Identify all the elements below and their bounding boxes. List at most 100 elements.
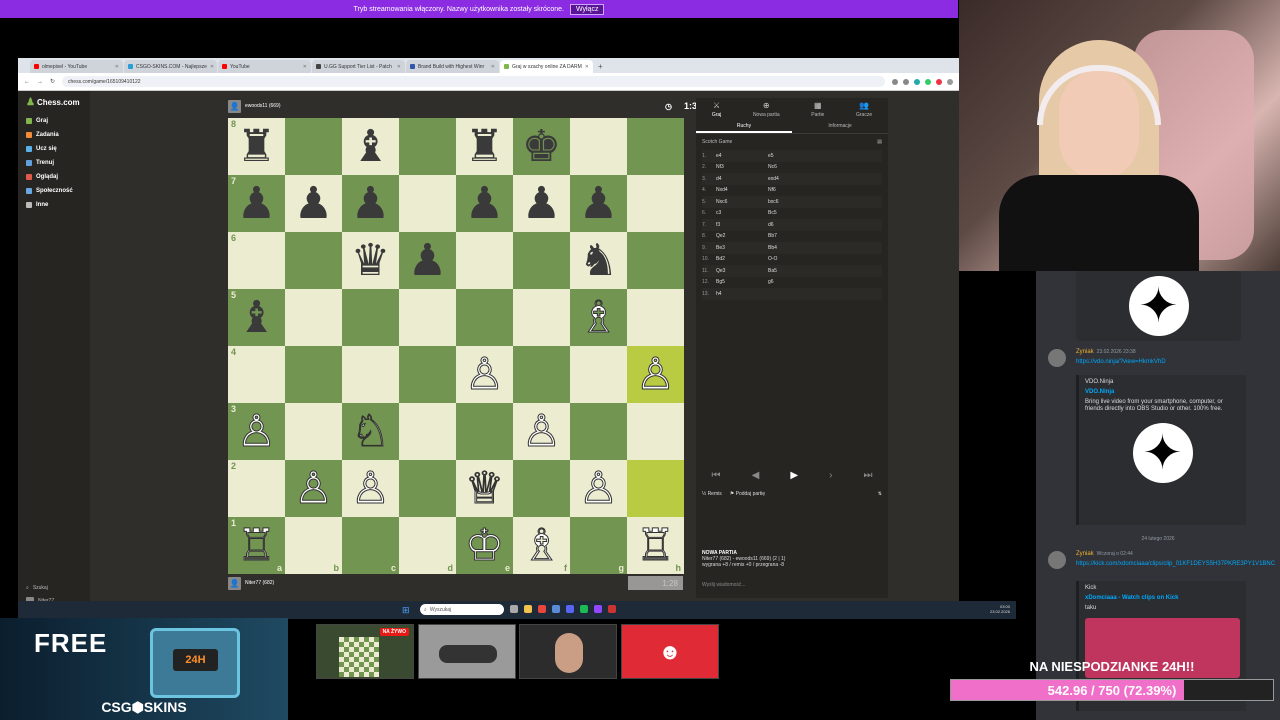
square-f7[interactable]: ♟: [513, 175, 570, 232]
white-move[interactable]: Bg5: [716, 279, 768, 285]
first-move-icon[interactable]: ⏮: [712, 470, 721, 481]
black-move[interactable]: bxc6: [768, 199, 820, 205]
prev-move-icon[interactable]: ◀: [752, 470, 760, 481]
square-d1[interactable]: d: [399, 517, 456, 574]
black-move[interactable]: e5: [768, 153, 820, 159]
star-icon[interactable]: [903, 78, 909, 85]
square-b1[interactable]: b: [285, 517, 342, 574]
chess-piece[interactable]: ♟: [579, 181, 618, 226]
close-icon[interactable]: ✕: [397, 64, 401, 70]
chess-board[interactable]: ♜ 8 ♝ ♜ ♚ ♟ 7 ♟ ♟ ♟ ♟ ♟ 6 ♛ ♟ ♞ ♝ 5 ♗ 4 ♙ ♙ ♙ 3 ♘ ♙ 2 ♙ ♙ ♕ ♙ ♖ 1 a b c d ♔ e ♗…: [228, 118, 684, 574]
square-b4[interactable]: [285, 346, 342, 403]
chess-piece[interactable]: ♘: [350, 409, 390, 454]
browser-tab[interactable]: YouTube ✕: [218, 60, 311, 73]
white-move[interactable]: Nxd4: [716, 187, 768, 193]
square-f5[interactable]: [513, 289, 570, 346]
square-g3[interactable]: [570, 403, 627, 460]
square-e6[interactable]: [456, 232, 513, 289]
square-e8[interactable]: ♜: [456, 118, 513, 175]
square-h7[interactable]: [627, 175, 684, 232]
square-a8[interactable]: ♜ 8: [228, 118, 285, 175]
square-f6[interactable]: [513, 232, 570, 289]
chess-piece[interactable]: ♖: [635, 523, 675, 568]
url-field[interactable]: chess.com/game/165109410122: [62, 76, 885, 87]
chess-piece[interactable]: ♙: [350, 466, 390, 511]
square-b2[interactable]: ♙: [285, 460, 342, 517]
square-a3[interactable]: ♙ 3: [228, 403, 285, 460]
black-move[interactable]: Bb7: [768, 233, 820, 239]
forward-icon[interactable]: →: [37, 79, 43, 85]
square-e3[interactable]: [456, 403, 513, 460]
chess-piece[interactable]: ♟: [351, 181, 390, 226]
square-c2[interactable]: ♙: [342, 460, 399, 517]
sidebar-item-4[interactable]: Oglądaj: [18, 170, 90, 184]
browser-tab[interactable]: CSGO-SKINS.COM - Najlepsze ✕: [124, 60, 217, 73]
square-c1[interactable]: c: [342, 517, 399, 574]
windows-start-icon[interactable]: ⊞: [402, 605, 410, 616]
square-g8[interactable]: [570, 118, 627, 175]
close-icon[interactable]: ✕: [115, 64, 119, 70]
square-a4[interactable]: 4: [228, 346, 285, 403]
square-h8[interactable]: [627, 118, 684, 175]
last-move-icon[interactable]: ⏭: [863, 470, 872, 481]
chess-piece[interactable]: ♝: [351, 124, 390, 169]
square-d8[interactable]: [399, 118, 456, 175]
square-a5[interactable]: ♝ 5: [228, 289, 285, 346]
browser-tab[interactable]: U.GG Support Tier List - Patch ✕: [312, 60, 405, 73]
draw-button[interactable]: ½ Remis: [702, 491, 722, 497]
chess-piece[interactable]: ♟: [294, 181, 333, 226]
square-d4[interactable]: [399, 346, 456, 403]
chess-piece[interactable]: ♙: [521, 409, 561, 454]
sidebar-item-3[interactable]: Trenuj: [18, 156, 90, 170]
discord-icon[interactable]: [566, 605, 574, 613]
extension-icon[interactable]: [892, 78, 898, 85]
white-move[interactable]: Qe3: [716, 268, 768, 274]
square-d2[interactable]: [399, 460, 456, 517]
black-move[interactable]: Nf6: [768, 187, 820, 193]
panel-tab-2[interactable]: ▦ Partie: [811, 101, 824, 120]
square-a7[interactable]: ♟ 7: [228, 175, 285, 232]
black-move[interactable]: Bc5: [768, 210, 820, 216]
white-move[interactable]: Bd2: [716, 256, 768, 262]
back-icon[interactable]: ←: [24, 79, 30, 85]
white-move[interactable]: d4: [716, 176, 768, 182]
square-b5[interactable]: [285, 289, 342, 346]
square-e5[interactable]: [456, 289, 513, 346]
tab-moves[interactable]: Ruchy: [696, 120, 792, 133]
square-h2[interactable]: [627, 460, 684, 517]
square-f1[interactable]: ♗ f: [513, 517, 570, 574]
chess-piece[interactable]: ♕: [464, 466, 504, 511]
chess-piece[interactable]: ♜: [465, 124, 504, 169]
chess-piece[interactable]: ♗: [521, 523, 561, 568]
browser-tab[interactable]: olmepixel - YouTube ✕: [30, 60, 123, 73]
chess-piece[interactable]: ♟: [237, 181, 276, 226]
play-icon[interactable]: ▶: [790, 470, 798, 481]
stream-thumbnail-discord[interactable]: ☻: [621, 624, 719, 679]
square-d5[interactable]: [399, 289, 456, 346]
square-h4[interactable]: ♙: [627, 346, 684, 403]
square-f8[interactable]: ♚: [513, 118, 570, 175]
extension-icon[interactable]: [936, 78, 942, 85]
opponent-avatar[interactable]: 👤: [228, 99, 241, 113]
chess-piece[interactable]: ♙: [293, 466, 333, 511]
chess-piece[interactable]: ♛: [351, 238, 390, 283]
sidebar-item-1[interactable]: Zadania: [18, 128, 90, 142]
panel-tab-3[interactable]: 👥 Gracze: [856, 101, 872, 120]
chess-piece[interactable]: ♗: [578, 295, 618, 340]
extension-icon[interactable]: [914, 78, 920, 85]
embed-title[interactable]: VDO.Ninja: [1085, 389, 1240, 396]
white-move[interactable]: Nxc6: [716, 199, 768, 205]
chess-piece[interactable]: ♞: [579, 238, 618, 283]
chesscom-logo[interactable]: ♟ Chess.com: [18, 91, 90, 114]
message-link[interactable]: https://kick.com/xdomciaaa/clips/clip_01…: [1076, 561, 1275, 568]
chess-piece[interactable]: ♜: [237, 124, 276, 169]
square-c7[interactable]: ♟: [342, 175, 399, 232]
square-h6[interactable]: [627, 232, 684, 289]
app-icon[interactable]: [594, 605, 602, 613]
square-e7[interactable]: ♟: [456, 175, 513, 232]
square-b8[interactable]: [285, 118, 342, 175]
browser-tab[interactable]: Graj w szachy online ZA DARM ✕: [500, 60, 593, 73]
white-move[interactable]: Qe2: [716, 233, 768, 239]
close-icon[interactable]: ✕: [303, 64, 307, 70]
square-a2[interactable]: 2: [228, 460, 285, 517]
